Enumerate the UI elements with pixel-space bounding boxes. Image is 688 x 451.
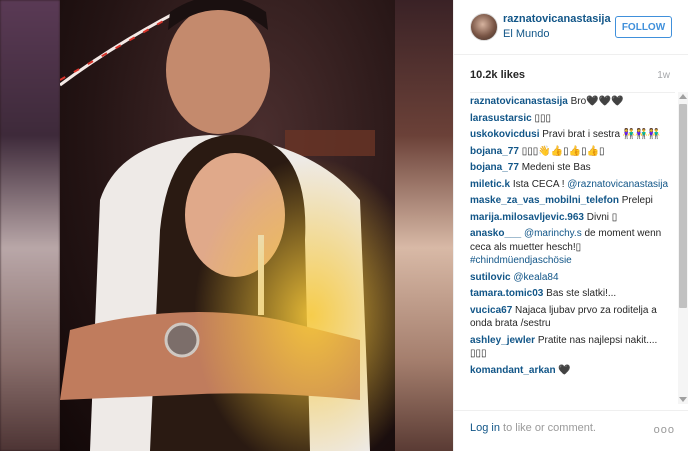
comment-username[interactable]: anasko___ <box>470 228 521 239</box>
comment-item: tamara.tomic03 Bas ste slatki!... <box>470 287 675 301</box>
blurred-backdrop-left <box>0 0 60 451</box>
comment-text: ▯▯▯👋👍▯👍▯👍▯ <box>521 145 605 157</box>
comment-text: Bro🖤🖤🖤 <box>570 96 624 107</box>
post-footer: Log in to like or comment. ooo <box>454 410 688 451</box>
comment-text: Ista CECA ! <box>512 178 565 190</box>
comment-text: ▯▯▯ <box>534 112 552 124</box>
login-prompt: Log in to like or comment. <box>470 422 596 434</box>
comment-item: raznatovicanastasija Bro🖤🖤🖤 <box>470 95 675 109</box>
comment-username[interactable]: marija.milosavljevic.963 <box>470 212 584 223</box>
comment-mention[interactable]: @raznatovicanastasija <box>567 179 668 190</box>
account-username[interactable]: raznatovicanastasija <box>503 13 611 25</box>
comment-item: uskokovicdusi Pravi brat i sestra 👫👫👫 <box>470 128 675 142</box>
comments-scrollbar[interactable] <box>678 92 688 404</box>
comment-item: vucica67 Najaca ljubav prvo za roditelja… <box>470 304 675 331</box>
scroll-down-arrow-icon[interactable] <box>679 397 687 402</box>
comment-username[interactable]: uskokovicdusi <box>470 129 539 140</box>
comment-text: Medeni ste Bas <box>521 162 591 173</box>
comment-username[interactable]: miletic.k <box>470 179 510 190</box>
comment-username[interactable]: komandant_arkan <box>470 365 556 376</box>
scroll-up-arrow-icon[interactable] <box>679 94 687 99</box>
more-options-icon[interactable]: ooo <box>654 424 675 436</box>
follow-button[interactable]: FOLLOW <box>615 16 672 38</box>
comment-username[interactable]: bojana_77 <box>470 146 519 157</box>
comment-text: 🖤 <box>558 364 571 376</box>
comment-username[interactable]: sutilovic <box>470 272 511 283</box>
comments-list: raznatovicanastasija Bro🖤🖤🖤 larasustarsic… <box>470 92 675 404</box>
comment-username[interactable]: larasustarsic <box>470 113 532 124</box>
comment-item: marija.milosavljevic.963 Divni ▯ <box>470 211 675 225</box>
avatar[interactable] <box>470 13 498 41</box>
blurred-backdrop-right <box>395 0 453 451</box>
location-link[interactable]: El Mundo <box>503 28 549 40</box>
comment-item: ashley_jewler Pratite nas najlepsi nakit… <box>470 334 675 361</box>
comment-mention[interactable]: @marinchy.s <box>524 228 582 239</box>
comment-username[interactable]: ashley_jewler <box>470 335 535 346</box>
login-prompt-text: to like or comment. <box>499 422 596 434</box>
comment-text: Pravi brat i sestra 👫👫👫 <box>542 129 661 140</box>
post-side-panel: raznatovicanastasija El Mundo FOLLOW 10.… <box>453 0 688 451</box>
comment-text: Divni ▯ <box>586 211 618 223</box>
scroll-thumb[interactable] <box>679 104 687 308</box>
comment-text: Prelepi <box>621 195 653 206</box>
comment-item: larasustarsic ▯▯▯ <box>470 112 675 126</box>
comment-username[interactable]: tamara.tomic03 <box>470 288 543 299</box>
login-link[interactable]: Log in <box>470 422 500 434</box>
comment-username[interactable]: raznatovicanastasija <box>470 96 568 107</box>
comment-text: Bas ste slatki!... <box>546 288 617 299</box>
comment-item: miletic.k Ista CECA ! @raznatovicanastas… <box>470 178 675 192</box>
post-header: raznatovicanastasija El Mundo FOLLOW <box>454 0 688 55</box>
comment-username[interactable]: vucica67 <box>470 305 512 316</box>
comment-username[interactable]: bojana_77 <box>470 162 519 173</box>
comment-mention[interactable]: @keala84 <box>513 272 558 283</box>
comment-item: maske_za_vas_mobilni_telefon Prelepi <box>470 194 675 208</box>
photo-illustration <box>60 0 395 451</box>
comment-item: anasko___ @marinchy.s de moment wenn cec… <box>470 227 675 268</box>
likes-count[interactable]: 10.2k likes <box>470 69 525 81</box>
comment-item: bojana_77 Medeni ste Bas <box>470 161 675 175</box>
comment-username[interactable]: maske_za_vas_mobilni_telefon <box>470 195 619 206</box>
post-photo[interactable] <box>60 0 395 451</box>
comment-hashtag[interactable]: #chindmüendjaschösie <box>470 255 572 266</box>
comment-item: sutilovic @keala84 <box>470 271 675 285</box>
comment-item: bojana_77 ▯▯▯👋👍▯👍▯👍▯ <box>470 145 675 159</box>
comment-item: komandant_arkan 🖤 <box>470 364 675 378</box>
post-age[interactable]: 1w <box>657 70 670 81</box>
